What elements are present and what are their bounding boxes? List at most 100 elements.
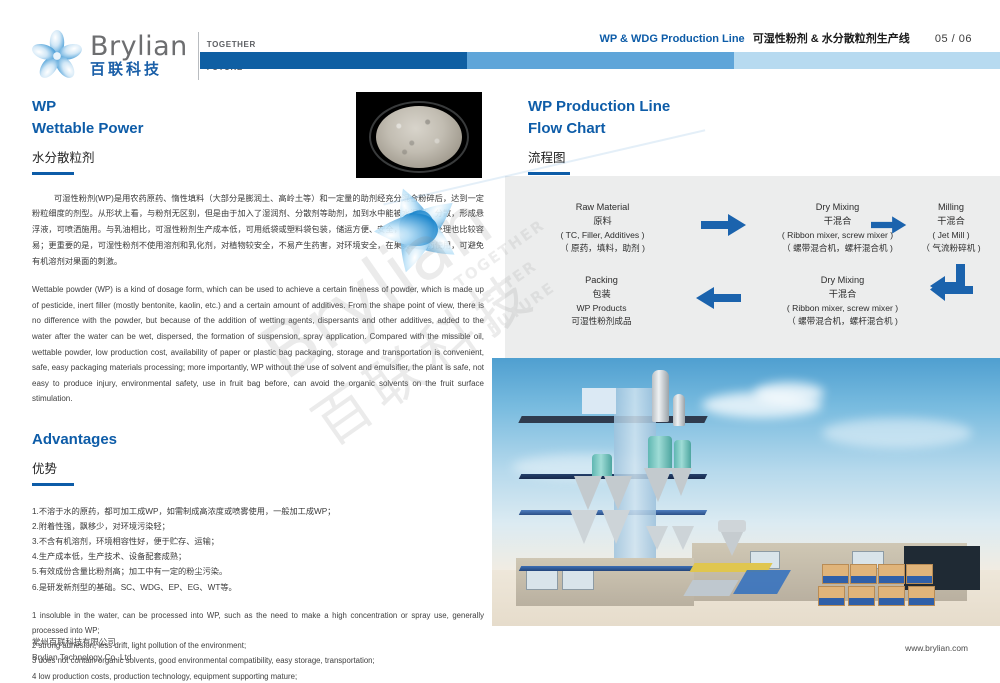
pallet-stack	[906, 564, 933, 584]
production-flow-chart: Raw Material 原料 ( TC, Filler, Additives …	[505, 176, 1000, 358]
footer-company-en: Brylian Technology Co.,Ltd	[32, 651, 132, 662]
brochure-page: Brylian 百联科技 TOGETHER BETTER FUTURE WP &…	[0, 0, 1000, 683]
footer-company: 常州百联科技有限公司 Brylian Technology Co.,Ltd	[32, 635, 131, 664]
arrow-left-icon	[696, 287, 741, 309]
flow-step-detail-cn: （ 气流粉碎机 )	[921, 242, 981, 253]
pallet-stack	[848, 586, 875, 606]
flowchart-title-en-2: Flow Chart	[528, 119, 606, 137]
cyclone-unit	[648, 436, 672, 470]
brand-name-en: Brylian	[90, 31, 188, 62]
exhaust-stack	[673, 394, 685, 426]
cone-hopper	[644, 468, 672, 502]
powder-dish	[369, 100, 469, 173]
flow-step-milling: Milling 干混合 ( Jet Mill ) （ 气流粉碎机 )	[903, 200, 999, 255]
list-item: 6.是研发新剂型的基础。SC、WDG、EP、EG、WT等。	[32, 582, 237, 592]
cyclone-unit	[674, 440, 691, 470]
flowchart-section-title: WP Production Line Flow Chart 流程图	[528, 96, 978, 175]
header-title-en: WP & WDG Production Line	[599, 33, 745, 45]
flow-step-label-cn: 干混合	[937, 216, 965, 227]
flow-step-detail-en: ( TC, Filler, Additives )	[560, 229, 645, 240]
flow-step-label-en: Milling	[937, 202, 965, 212]
list-item: 2.附着性强，飘移少，对环境污染轻；	[32, 521, 170, 531]
arrow-right-icon	[701, 214, 746, 236]
pallet-stack	[908, 586, 935, 606]
header-bar-light	[734, 52, 1000, 69]
flow-step-raw-material: Raw Material 原料 ( TC, Filler, Additives …	[515, 200, 690, 255]
flow-step-packing: Packing 包装 WP Products 可湿性粉剂成品	[519, 273, 684, 328]
cone-hopper	[672, 526, 694, 550]
header-bar-dark	[200, 52, 467, 69]
left-column: WP Wettable Power 水分散粒剂 可湿性粉剂(WP)是用农药原药、…	[32, 96, 484, 683]
flow-step-label-en: Raw Material	[575, 202, 630, 212]
powder-texture	[382, 111, 456, 162]
pallet-stack	[822, 564, 849, 584]
flowchart-title-cn: 流程图	[528, 150, 566, 165]
wp-paragraph-en: Wettable powder (WP) is a kind of dosage…	[32, 285, 484, 404]
list-item: 3.不含有机溶剂，环境相容性好，便于贮存、运输；	[32, 537, 219, 547]
pallet-stack	[878, 586, 905, 606]
page-number: 05 / 06	[934, 33, 972, 45]
flow-step-label-cn: 干混合	[828, 289, 857, 300]
tower-top-box	[582, 388, 616, 414]
flowchart-title-en-1: WP Production Line	[528, 98, 671, 115]
flow-step-label-en: Dry Mixing	[820, 275, 865, 285]
arrow-elbow-down-left-icon	[930, 264, 973, 301]
wp-paragraph-cn: 可湿性粉剂(WP)是用农药原药、惰性填料（大部分是膨润土、高岭土等）和一定量的助…	[32, 191, 484, 270]
wp-title-underline	[32, 171, 74, 175]
brand-name-cn: 百联科技	[90, 61, 163, 78]
advantages-title-underline	[32, 482, 74, 486]
cone-hopper	[570, 510, 598, 544]
cone-hopper	[646, 526, 668, 550]
list-item: 4.生产成本低，生产技术、设备配套成熟；	[32, 552, 187, 562]
list-item: 5.有效成份含量比粉剂高；加工中有一定的粉尘污染。	[32, 567, 228, 577]
right-column: WP Production Line Flow Chart 流程图	[528, 96, 978, 175]
flow-step-label-cn: 包装	[592, 289, 611, 300]
advantages-title-cn: 优势	[32, 461, 58, 476]
cloud-shape	[822, 418, 972, 448]
tagline-line-1: TOGETHER	[206, 39, 256, 49]
flow-step-detail-cn: （ 原药，填料，助剂 )	[560, 242, 645, 253]
cone-hopper	[602, 510, 630, 544]
flowchart-title-underline	[528, 171, 570, 175]
flow-step-products-en: WP Products	[576, 302, 627, 313]
window	[526, 568, 558, 590]
packing-hopper	[720, 530, 744, 556]
advantages-list-cn: 1.不溶于水的原药，都可加工成WP，如需制成高浓度或喷雾使用，一般加工成WP； …	[32, 504, 484, 595]
flow-step-label-en: Packing	[585, 275, 618, 285]
flow-step-detail-en: ( Ribbon mixer, screw mixer )	[786, 302, 899, 313]
floor-slab-4	[518, 566, 708, 571]
flow-step-detail-cn: （ 螺带混合机，螺杆混合机 )	[787, 315, 898, 326]
flow-step-detail-en: ( Jet Mill )	[932, 229, 970, 240]
brand-name: Brylian 百联科技	[90, 33, 188, 79]
pallet-stack	[878, 564, 905, 584]
list-item: 1.不溶于水的原药，都可加工成WP，如需制成高浓度或喷雾使用，一般加工成WP；	[32, 506, 336, 516]
pallet-stack	[818, 586, 845, 606]
brylian-star-icon	[32, 30, 82, 78]
flow-step-products-cn: 可湿性粉剂成品	[571, 315, 632, 326]
cyclone-unit	[592, 454, 612, 476]
packing-machine	[683, 580, 739, 596]
header-title: WP & WDG Production Line 可湿性粉剂 & 水分散粒剂生产…	[599, 30, 972, 46]
flow-step-label-cn: 原料	[593, 216, 612, 227]
logo-divider	[197, 32, 199, 80]
exhaust-stack	[652, 370, 669, 422]
arrow-right-icon	[871, 216, 907, 234]
footer-website[interactable]: www.brylian.com	[905, 643, 968, 653]
wettable-powder-photo	[356, 92, 482, 178]
header-title-cn: 可湿性粉剂 & 水分散粒剂生产线	[752, 33, 910, 45]
page-header: Brylian 百联科技 TOGETHER BETTER FUTURE WP &…	[0, 0, 1000, 86]
footer-company-cn: 常州百联科技有限公司	[32, 637, 116, 647]
pallet-stack	[850, 564, 877, 584]
cone-hopper	[604, 476, 632, 510]
cloud-shape	[754, 382, 824, 404]
cone-hopper	[670, 468, 692, 496]
flow-step-dry-mixing-2: Dry Mixing 干混合 ( Ribbon mixer, screw mix…	[750, 273, 935, 328]
page-footer: 常州百联科技有限公司 Brylian Technology Co.,Ltd ww…	[0, 625, 1000, 683]
wp-paragraph-cn-text: 可湿性粉剂(WP)是用农药原药、惰性填料（大部分是膨润土、高岭土等）和一定量的助…	[32, 193, 484, 266]
packing-hopper-top	[718, 520, 746, 532]
header-bar-mid	[467, 52, 734, 69]
factory-3d-illustration	[492, 358, 1000, 626]
cone-hopper	[574, 476, 602, 510]
advantages-title-en: Advantages	[32, 431, 118, 448]
window	[562, 568, 594, 590]
